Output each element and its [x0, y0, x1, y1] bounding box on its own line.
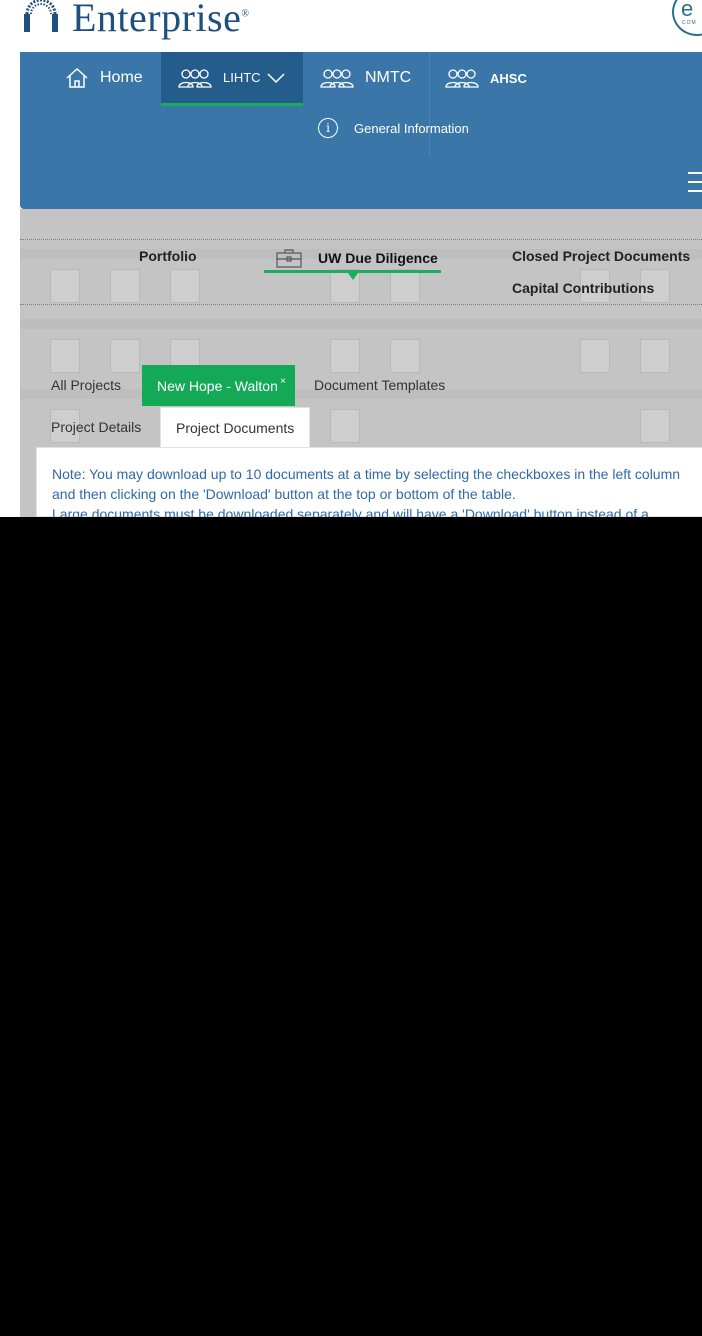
people-icon — [320, 69, 354, 88]
page: Enterprise® e COM Home LIHTC NMTC AHSC i… — [0, 0, 702, 517]
info-icon: i — [318, 118, 338, 138]
nav-item-general-information-label: General Information — [354, 120, 469, 136]
tab-current-project[interactable]: New Hope - Walton × — [142, 365, 295, 406]
enterprise-logo-icon[interactable] — [24, 0, 68, 32]
nav-item-ahsc[interactable]: AHSC — [444, 52, 527, 104]
divider — [20, 239, 702, 240]
subtab-uw-due-diligence-label: UW Due Diligence — [318, 249, 438, 266]
logo-bar: Enterprise® e COM — [0, 0, 702, 52]
active-caret-icon — [348, 273, 358, 280]
subtab-portfolio[interactable]: Portfolio — [139, 248, 197, 264]
note-panel: Note: You may download up to 10 document… — [36, 447, 702, 517]
tab-project-documents-label: Project Documents — [176, 420, 295, 436]
note-line-2: and then clicking on the 'Download' butt… — [52, 486, 516, 502]
tab-all-projects[interactable]: All Projects — [51, 377, 121, 393]
tab-document-templates[interactable]: Document Templates — [314, 377, 445, 393]
partner-sub: COM — [682, 20, 697, 26]
partner-initials: e — [681, 0, 694, 21]
registered-mark: ® — [241, 8, 250, 20]
nav-item-lihtc-label: LIHTC — [223, 70, 261, 85]
chevron-down-icon — [267, 72, 285, 83]
tab-project-details[interactable]: Project Details — [51, 419, 141, 435]
subtab-closed-project-documents[interactable]: Closed Project Documents — [512, 248, 690, 264]
note-line-3: Large documents must be downloaded separ… — [52, 506, 649, 517]
tab-current-project-label: New Hope - Walton — [157, 377, 278, 394]
nav-item-nmtc[interactable]: NMTC — [303, 52, 430, 104]
nav-item-nmtc-label: NMTC — [365, 69, 412, 86]
people-icon — [445, 69, 479, 88]
subtab-capital-contributions[interactable]: Capital Contributions — [512, 280, 654, 296]
home-icon — [66, 67, 88, 88]
briefcase-icon — [276, 248, 302, 268]
main-nav: Home LIHTC NMTC AHSC i General Informati… — [20, 52, 702, 209]
people-icon — [178, 68, 212, 88]
brand-name-text: Enterprise — [72, 0, 242, 40]
nav-item-lihtc[interactable]: LIHTC — [161, 52, 303, 106]
nav-item-ahsc-label: AHSC — [490, 70, 527, 86]
close-tab-icon[interactable]: × — [280, 376, 286, 387]
nav-item-home[interactable]: Home — [64, 52, 143, 104]
note-line-1: Note: You may download up to 10 document… — [52, 466, 681, 482]
nav-item-general-information[interactable]: i General Information — [318, 118, 469, 138]
subtab-uw-due-diligence[interactable]: UW Due Diligence — [264, 245, 441, 280]
partner-logo-icon[interactable]: e COM — [672, 0, 702, 36]
nav-item-home-label: Home — [100, 69, 143, 86]
tab-project-documents[interactable]: Project Documents — [160, 407, 310, 448]
brand-name[interactable]: Enterprise® — [72, 0, 249, 41]
hamburger-menu-icon[interactable] — [688, 172, 702, 199]
divider — [20, 304, 702, 305]
